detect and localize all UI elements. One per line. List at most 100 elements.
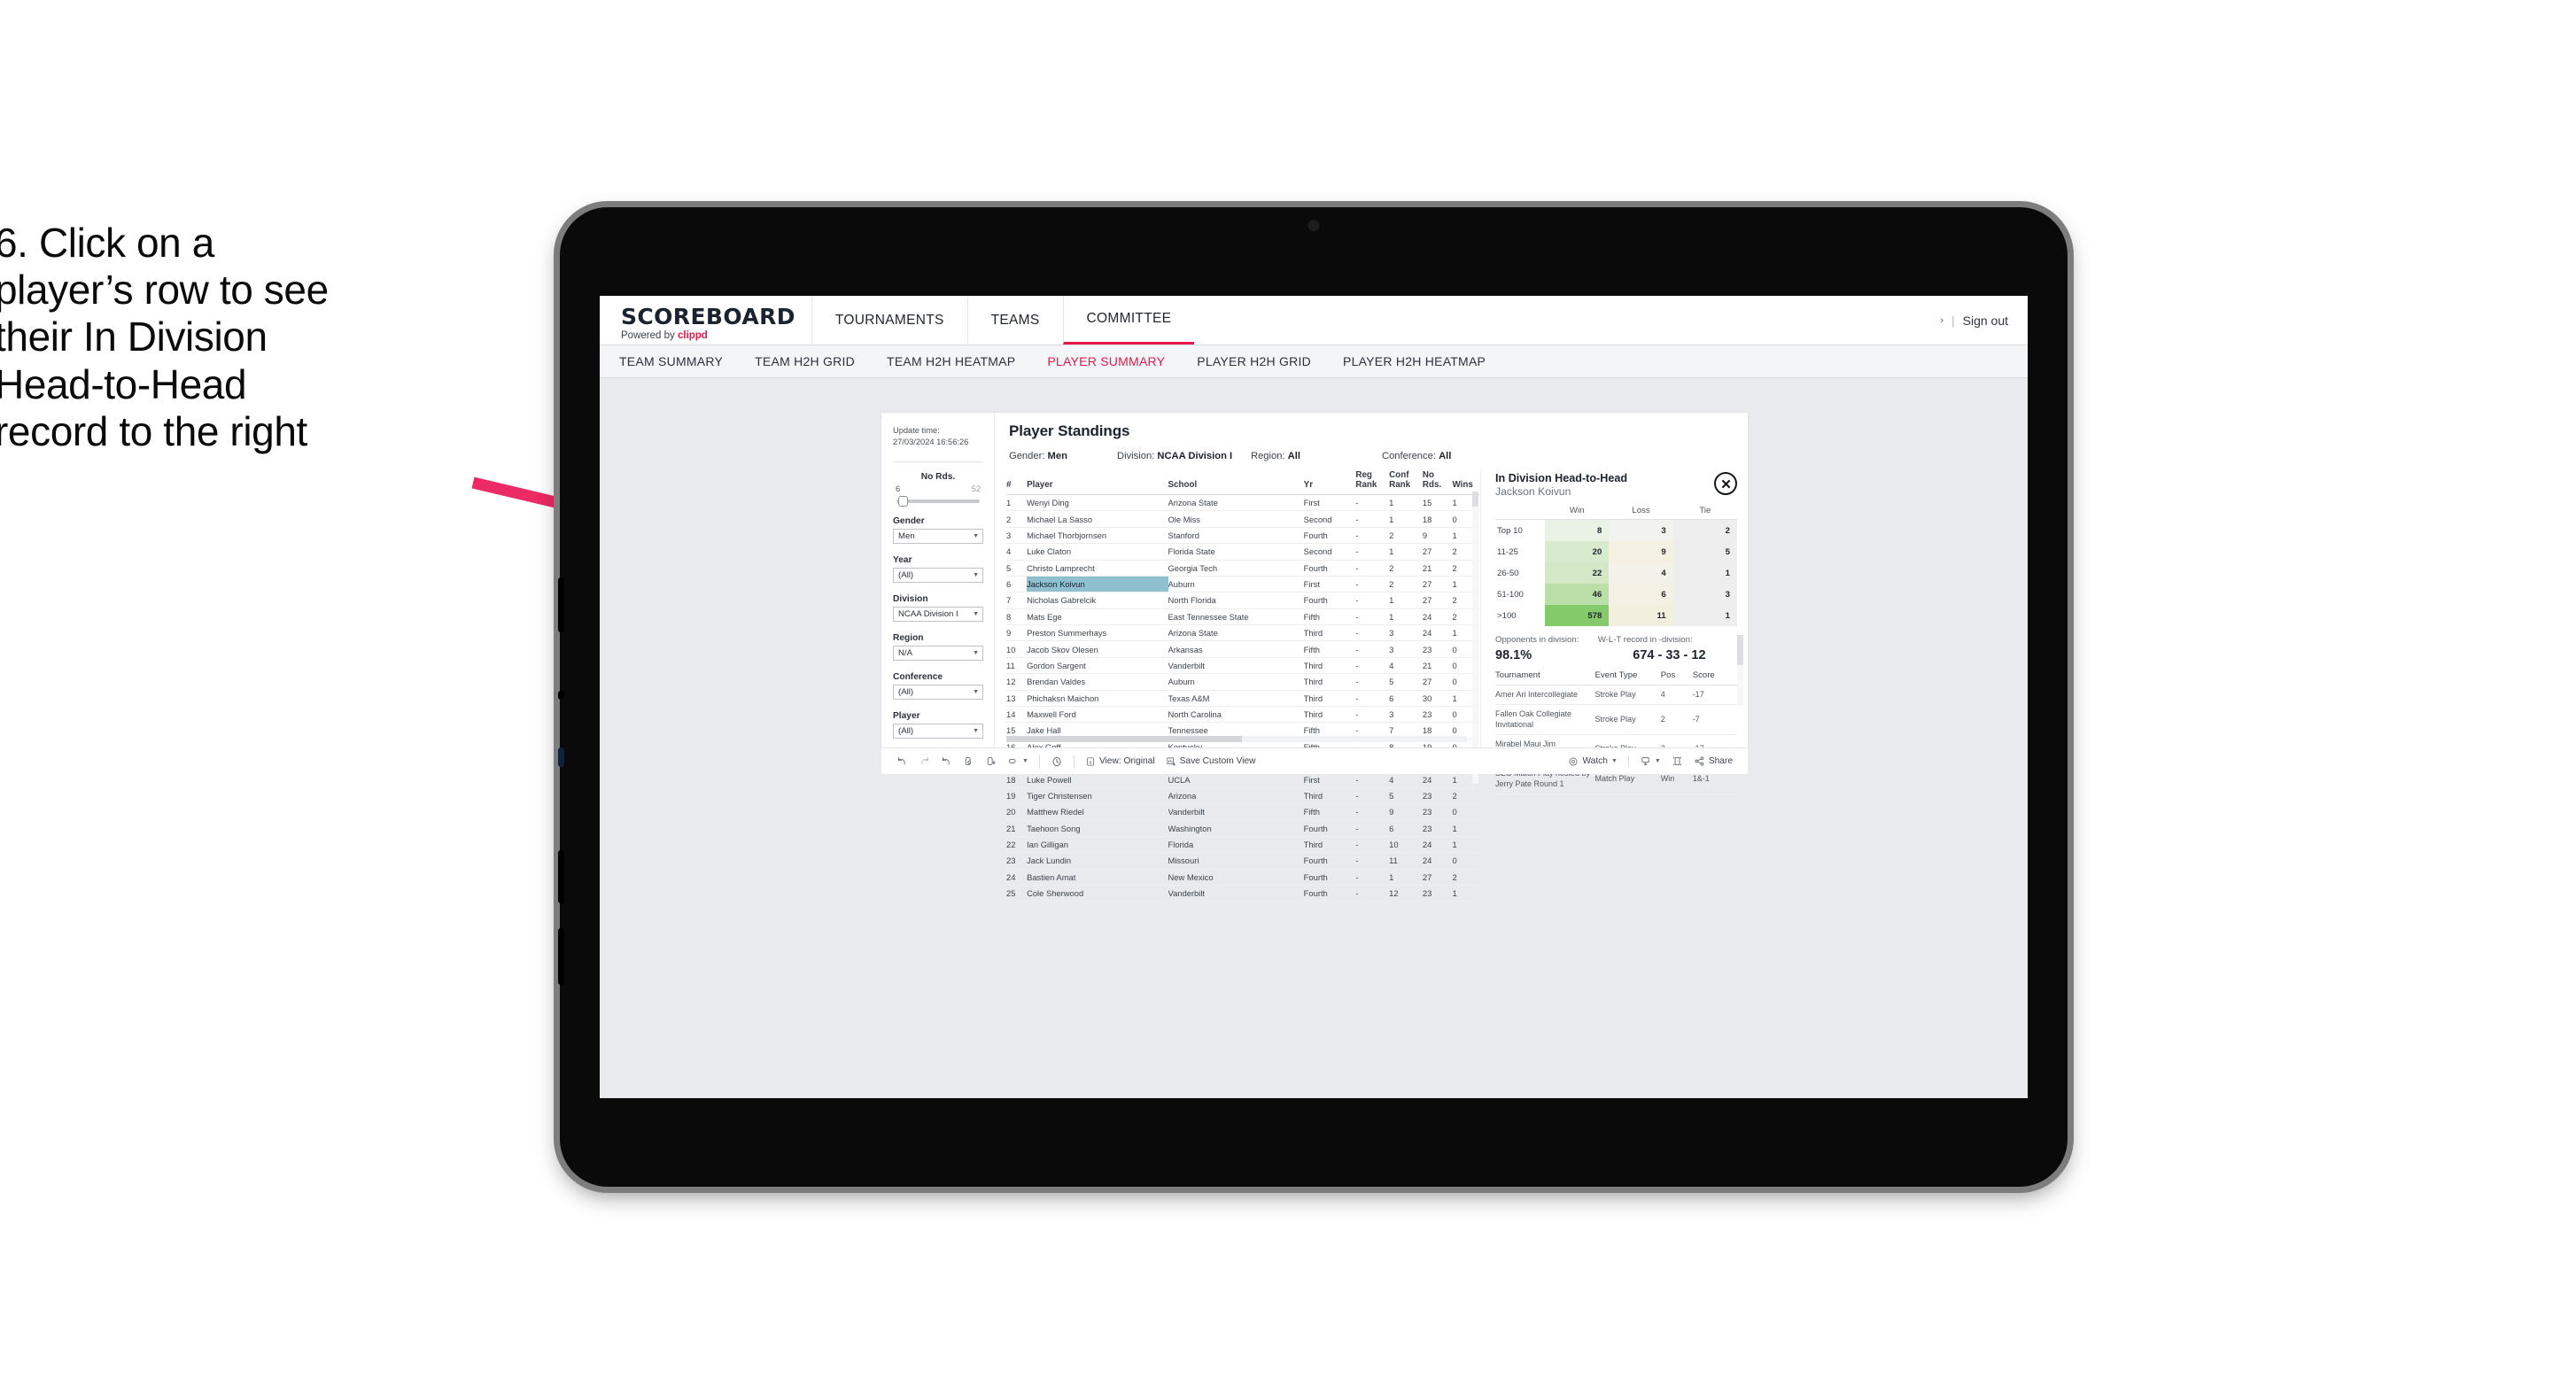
region-select[interactable]: N/A ▼ <box>893 646 983 662</box>
tab-team-summary[interactable]: TEAM SUMMARY <box>619 354 723 368</box>
filter-division: Division NCAA Division I ▼ <box>893 594 983 623</box>
table-row[interactable]: 10 Jacob Skov Olesen Arkansas Fifth -3 23 0 <box>1006 640 1480 658</box>
share-button[interactable]: Share <box>1688 755 1738 767</box>
nav-tab-teams[interactable]: TEAMS <box>966 296 1063 345</box>
cell-conf-rank: 6 <box>1389 690 1423 707</box>
volume-down-button[interactable] <box>558 850 564 903</box>
nav-tab-committee[interactable]: COMMITTEE <box>1062 296 1195 345</box>
cell-rank: 11 <box>1006 657 1028 675</box>
col-conf-rank[interactable]: Conf Rank <box>1389 470 1423 495</box>
download-icon[interactable]: ▼ <box>1634 755 1666 767</box>
table-row[interactable]: 1 Wenyi Ding Arizona State First -1 15 1 <box>1006 494 1480 512</box>
cell-school: North Florida <box>1168 592 1304 609</box>
slider-handle[interactable] <box>898 496 908 507</box>
cell-rank: 9 <box>1006 624 1028 642</box>
col-win: Win <box>1545 506 1610 520</box>
table-row[interactable]: 5 Christo Lamprecht Georgia Tech Fourth -2 21… <box>1006 560 1480 577</box>
viz-area: Player Standings Gender: Men Division: N… <box>995 413 1748 902</box>
col-rank[interactable]: # <box>1006 470 1028 495</box>
slider-track[interactable] <box>896 496 980 507</box>
col-player[interactable]: Player <box>1027 470 1168 495</box>
slider-label: No Rds. <box>920 472 956 483</box>
refresh-icon[interactable] <box>958 755 980 767</box>
divider <box>893 461 983 463</box>
division-select[interactable]: NCAA Division I ▼ <box>893 607 983 623</box>
fullscreen-icon[interactable] <box>1666 755 1688 767</box>
year-select[interactable]: (All) ▼ <box>893 568 983 584</box>
tournaments-scrollbar[interactable] <box>1737 635 1743 706</box>
table-row[interactable]: 21 Taehoon Song Washington Fourth -6 23 1 <box>1006 820 1480 837</box>
cell-rank: 24 <box>1006 869 1028 887</box>
table-row[interactable]: 19 Tiger Christensen Arizona Third -5 23 2 <box>1006 787 1480 805</box>
redo-icon[interactable] <box>913 755 935 767</box>
col-school[interactable]: School <box>1168 470 1304 495</box>
clock-icon[interactable] <box>1045 755 1068 768</box>
table-vertical-scrollbar[interactable] <box>1472 492 1478 784</box>
cell-school: North Carolina <box>1168 706 1304 724</box>
col-year[interactable]: Yr <box>1303 470 1356 495</box>
cell-conf-rank: 5 <box>1389 787 1423 805</box>
stat-label: Opponents in division: <box>1495 635 1579 645</box>
volume-up-button[interactable] <box>558 577 564 632</box>
tab-player-h2h-heatmap[interactable]: PLAYER H2H HEATMAP <box>1343 354 1486 368</box>
cell-conf-rank: 1 <box>1389 869 1423 887</box>
cell-reg-rank: - <box>1355 576 1390 593</box>
pause-icon[interactable] <box>980 755 1002 767</box>
table-row[interactable]: 12 Brendan Valdes Auburn Third -5 27 0 <box>1006 673 1480 691</box>
table-row[interactable]: 22 Ian Gilligan Florida Third -10 24 1 <box>1006 836 1480 854</box>
undo-icon[interactable] <box>891 755 913 767</box>
heatmap-row-label: >100 <box>1495 605 1545 626</box>
table-row[interactable]: 23 Jack Lundin Missouri Fourth -11 24 0 <box>1006 852 1480 870</box>
cell-rank: 2 <box>1006 510 1028 528</box>
table-horizontal-scrollbar[interactable] <box>1006 736 1467 742</box>
watch-label: Watch <box>1582 756 1608 766</box>
table-row[interactable]: 13 Phichaksn Maichon Texas A&M Third -6 30 1 <box>1006 690 1480 707</box>
table-row[interactable]: 11 Gordon Sargent Vanderbilt Third -4 21 0 <box>1006 657 1480 675</box>
table-row[interactable]: 4 Luke Claton Florida State Second -1 27 2 <box>1006 543 1480 561</box>
tab-player-summary[interactable]: PLAYER SUMMARY <box>1047 354 1165 368</box>
list-item[interactable]: Amer Ari Intercollegiate Stroke Play 4 -17 <box>1495 685 1737 706</box>
cell-no-rounds: 23 <box>1422 787 1453 805</box>
region-value: N/A <box>898 648 912 659</box>
sign-out-link[interactable]: Sign out <box>1963 314 2008 328</box>
chevron-right-icon[interactable]: › <box>1940 315 1944 326</box>
cell-conf-rank: 4 <box>1389 657 1423 675</box>
col-no-rounds[interactable]: No Rds. <box>1422 470 1453 495</box>
no-rounds-slider[interactable]: No Rds. 6 52 <box>893 472 983 507</box>
table-row[interactable]: 25 Cole Sherwood Vanderbilt Fourth -12 23 1 <box>1006 885 1480 902</box>
gender-select[interactable]: Men ▼ <box>893 529 983 545</box>
watch-button[interactable]: Watch ▼ <box>1563 756 1622 767</box>
tab-team-h2h-heatmap[interactable]: TEAM H2H HEATMAP <box>887 354 1015 368</box>
nav-tab-tournaments[interactable]: TOURNAMENTS <box>811 296 967 345</box>
table-row[interactable]: 9 Preston Summerhays Arizona State Third -3 2… <box>1006 624 1480 642</box>
cell-conf-rank: 2 <box>1389 560 1423 577</box>
close-icon[interactable] <box>1714 472 1737 495</box>
save-custom-view-button[interactable]: Save Custom View <box>1160 756 1261 767</box>
cell-no-rounds: 15 <box>1422 494 1453 512</box>
table-row[interactable]: 3 Michael Thorbjornsen Stanford Fourth -2 9 1 <box>1006 527 1480 545</box>
cell-reg-rank: - <box>1355 494 1390 512</box>
revert-icon[interactable] <box>935 755 958 767</box>
cell-no-rounds: 27 <box>1422 869 1453 887</box>
tab-player-h2h-grid[interactable]: PLAYER H2H GRID <box>1197 354 1311 368</box>
col-reg-rank[interactable]: Reg Rank <box>1355 470 1390 495</box>
table-row[interactable]: 2 Michael La Sasso Ole Miss Second -1 18 0 <box>1006 510 1480 528</box>
table-row[interactable]: 24 Bastien Amat New Mexico Fourth -1 27 2 <box>1006 869 1480 887</box>
table-row[interactable]: 14 Maxwell Ford North Carolina Third -3 23 0 <box>1006 706 1480 724</box>
table-row[interactable]: 20 Matthew Riedel Vanderbilt Fifth -9 23 0 <box>1006 803 1480 821</box>
table-row[interactable]: 6 Jackson Koivun Auburn First -2 27 1 <box>1006 576 1480 593</box>
player-select[interactable]: (All) ▼ <box>893 724 983 739</box>
view-original-button[interactable]: a View: Original <box>1080 756 1160 767</box>
cell-year: Third <box>1303 690 1356 707</box>
table-row[interactable]: 7 Nicholas Gabrelcik North Florida Fourth -1… <box>1006 592 1480 609</box>
power-button[interactable] <box>558 928 564 985</box>
tab-team-h2h-grid[interactable]: TEAM H2H GRID <box>755 354 855 368</box>
table-row[interactable]: 8 Mats Ege East Tennessee State Fifth -1 24 2 <box>1006 608 1480 626</box>
list-item[interactable]: Fallen Oak Collegiate Invitational Stroke… <box>1495 704 1737 735</box>
cell-school: Washington <box>1168 820 1304 837</box>
meta-gender: Gender: Men <box>1009 451 1117 461</box>
dropdown-icon[interactable]: ▼ <box>1002 755 1034 767</box>
conference-select[interactable]: (All) ▼ <box>893 685 983 701</box>
cell-no-rounds: 24 <box>1422 836 1453 854</box>
cell-rank: 10 <box>1006 640 1028 658</box>
